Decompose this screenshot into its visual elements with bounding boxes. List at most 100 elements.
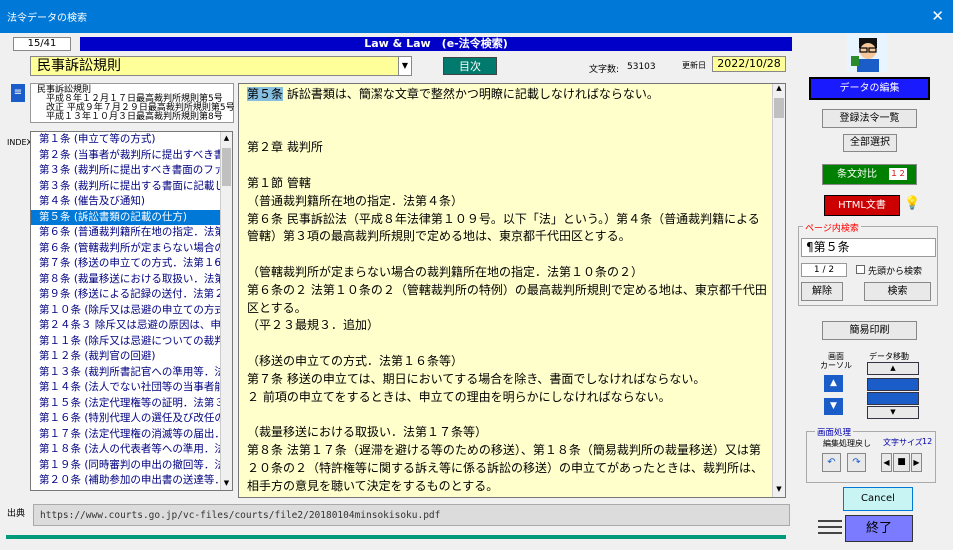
content-text: 第７条 移送の申立ては、期日においてする場合を除き、書面でしなければならない。 — [247, 371, 706, 386]
redo-button[interactable]: ↷ — [847, 453, 866, 472]
index-item[interactable]: 第１３条 (裁判所書記官への準用等．法 — [31, 365, 232, 381]
char-count-label: 文字数: — [589, 65, 620, 75]
scroll-up-icon[interactable]: ▲ — [773, 84, 785, 96]
font-smaller-button[interactable]: ◀ — [881, 453, 892, 472]
index-item[interactable]: 第４条 (催告及び通知) — [31, 194, 232, 210]
cursor-down-button[interactable]: ▼ — [824, 398, 843, 415]
content-text: ２ 前項の申立てをするときは、申立ての理由を明らかにしなければならない。 — [247, 389, 671, 404]
index-item[interactable]: 第２０条 (補助参加の申出書の送達等． — [31, 473, 232, 489]
index-item[interactable]: 第８条 (裁量移送における取扱い．法第 — [31, 272, 232, 288]
arrow-down-icon: ▼ — [830, 401, 837, 411]
index-item[interactable]: 第９条 (移送による記録の送付．法第２ — [31, 287, 232, 303]
content-line — [247, 104, 772, 122]
content-line: 区とする。 — [247, 300, 772, 318]
index-item[interactable]: 第６条 (普通裁判籍所在地の指定．法第 — [31, 225, 232, 241]
source-url-field[interactable]: https://www.courts.go.jp/vc-files/courts… — [33, 504, 790, 526]
window-title: 法令データの検索 — [7, 13, 87, 24]
font-larger-button[interactable]: ▶ — [911, 453, 922, 472]
scroll-thumb[interactable] — [774, 98, 784, 118]
arrow-up-icon: ▲ — [830, 378, 837, 388]
content-line: 第６条 民事訴訟法（平成８年法律第１０９号。以下「法」という。）第４条（普通裁判… — [247, 211, 772, 229]
index-item[interactable]: 第１１条 (除斥又は忌避についての裁判 — [31, 334, 232, 350]
content-text: （裁量移送における取扱い．法第１７条等） — [247, 425, 488, 440]
index-label: INDEX — [7, 138, 33, 147]
page-search-input[interactable]: ¶第５条 — [801, 238, 936, 257]
scroll-down-icon[interactable]: ▼ — [773, 485, 785, 497]
toc-button[interactable]: 目次 — [443, 57, 497, 75]
search-from-top-label: 先頭から検索 — [868, 267, 923, 277]
index-item[interactable]: 第６条 (管轄裁判所が定まらない場合の — [31, 241, 232, 257]
font-reset-button[interactable]: ■ — [893, 453, 910, 472]
search-from-top-checkbox[interactable] — [856, 265, 865, 274]
index-item[interactable]: 第１９条 (同時審判の申出の撤回等．法 — [31, 458, 232, 474]
index-item[interactable]: 第２１条 (訴訟引受けの申立ての方式． — [31, 489, 232, 491]
page-search-title: ページ内検索 — [803, 221, 861, 234]
content-line: ２ 前項の申立てをするときは、申立ての理由を明らかにしなければならない。 — [247, 389, 772, 407]
law-name-select[interactable]: 民事訴訟規則 ▼ — [30, 56, 412, 76]
content-scrollbar[interactable]: ▲ ▼ — [772, 84, 785, 497]
index-item[interactable]: 第１条 (申立て等の方式) — [31, 132, 232, 148]
index-item[interactable]: 第３条 (裁判所に提出すべき書面のファ — [31, 163, 232, 179]
undo-button[interactable]: ↶ — [822, 453, 841, 472]
index-item[interactable]: 第１５条 (法定代理権等の証明．法第３ — [31, 396, 232, 412]
scroll-down-icon[interactable]: ▼ — [221, 477, 232, 490]
search-button[interactable]: 検索 — [864, 282, 931, 301]
select-all-button[interactable]: 全部選択 — [843, 134, 897, 152]
data-move-bar[interactable] — [867, 378, 919, 391]
data-move-down-button[interactable]: ▼ — [867, 406, 919, 419]
content-line — [247, 335, 772, 353]
index-item[interactable]: 第１７条 (法定代理権の消滅等の届出． — [31, 427, 232, 443]
index-item[interactable]: 第２４条３ 除斥又は忌避の原因は、申立 — [31, 318, 232, 334]
scroll-thumb[interactable] — [222, 148, 231, 186]
redo-icon: ↷ — [852, 457, 861, 468]
index-item[interactable]: 第３条 (裁判所に提出する書面に記載し — [31, 179, 232, 195]
content-line: 管轄）第３項の最高裁判所規則で定める地は、東京都千代田区とする。 — [247, 228, 772, 246]
edit-data-button[interactable]: データの編集 — [809, 77, 930, 100]
index-item[interactable]: 第１０条 (除斥又は忌避の申立ての方式 — [31, 303, 232, 319]
content-line: 第７条 移送の申立ては、期日においてする場合を除き、書面でしなければならない。 — [247, 371, 772, 389]
index-item[interactable]: 第５条 (訴訟書類の記載の仕方) — [31, 209, 232, 225]
source-label: 出典 — [7, 509, 26, 519]
content-line: 相手方の意見を聴いて決定をするものとする。 — [247, 478, 772, 496]
data-move-bar[interactable] — [867, 392, 919, 405]
content-line: ２０条の２（特許権等に関する訴え等に係る訴訟の移送）の申立てがあったときは、裁判… — [247, 460, 772, 478]
content-text: （管轄裁判所が定まらない場合の裁判籍所在地の指定．法第１０条の２） — [247, 264, 644, 279]
index-item[interactable]: 第１８条 (法人の代表者等への準用．法 — [31, 442, 232, 458]
chevron-down-icon[interactable]: ▼ — [398, 57, 411, 75]
exit-button[interactable]: 終了 — [845, 515, 913, 542]
index-item[interactable]: 第１４条 (法人でない社団等の当事者能 — [31, 380, 232, 396]
update-date-label: 更新日 — [682, 61, 706, 70]
triangle-right-icon: ▶ — [913, 458, 920, 467]
law-content-view[interactable]: 第５条 訴訟書類は、簡潔な文章で整然かつ明瞭に記載しなければならない。 第２章 裁… — [238, 83, 786, 498]
scroll-up-icon[interactable]: ▲ — [221, 132, 232, 145]
square-icon: ■ — [897, 457, 906, 467]
registered-laws-button[interactable]: 登録法令一覧 — [822, 109, 917, 128]
html-document-button[interactable]: HTML文書 — [824, 195, 900, 216]
update-date-value: 2022/10/28 — [712, 56, 786, 72]
close-icon[interactable]: ✕ — [931, 7, 944, 25]
content-line: 第５条 訴訟書類は、簡潔な文章で整然かつ明瞭に記載しなければならない。 — [247, 86, 772, 104]
content-text: （普通裁判籍所在地の指定．法第４条） — [247, 193, 464, 208]
content-text: ２０条の２（特許権等に関する訴え等に係る訴訟の移送）の申立てがあったときは、裁判… — [247, 460, 764, 475]
triangle-down-icon: ▼ — [890, 408, 896, 416]
cancel-button[interactable]: Cancel — [843, 487, 913, 511]
menu-icon[interactable] — [818, 520, 842, 540]
simple-print-button[interactable]: 簡易印刷 — [822, 321, 917, 340]
content-line: 第２章 裁判所 — [247, 139, 772, 157]
cursor-up-button[interactable]: ▲ — [824, 375, 843, 392]
index-item[interactable]: 第２条 (当事者が裁判所に提出すべき書 — [31, 148, 232, 164]
index-item[interactable]: 第１６条 (特別代理人の選任及び改任の — [31, 411, 232, 427]
index-scrollbar[interactable]: ▲ ▼ — [220, 132, 232, 490]
compare-articles-button[interactable]: 条文対比 １２ — [822, 164, 917, 185]
bookmark-icon[interactable]: ≡ — [11, 84, 25, 102]
screen-cursor-label: 画面 カーソル — [820, 352, 852, 370]
content-text: 管轄）第３項の最高裁判所規則で定める地は、東京都千代田区とする。 — [247, 229, 631, 244]
article-index-list[interactable]: 第１条 (申立て等の方式) 第２条 (当事者が裁判所に提出すべき書 第３条 (裁判所… — [30, 131, 233, 491]
app-banner: Law & Law (e-法令検索) — [80, 37, 792, 51]
clear-search-button[interactable]: 解除 — [801, 282, 843, 301]
font-size-value: 12 — [922, 437, 933, 446]
index-item[interactable]: 第７条 (移送の申立ての方式．法第１6 — [31, 256, 232, 272]
index-item[interactable]: 第１２条 (裁判官の回避) — [31, 349, 232, 365]
data-move-up-button[interactable]: ▲ — [867, 362, 919, 375]
lightbulb-icon[interactable]: 💡 — [904, 196, 920, 214]
